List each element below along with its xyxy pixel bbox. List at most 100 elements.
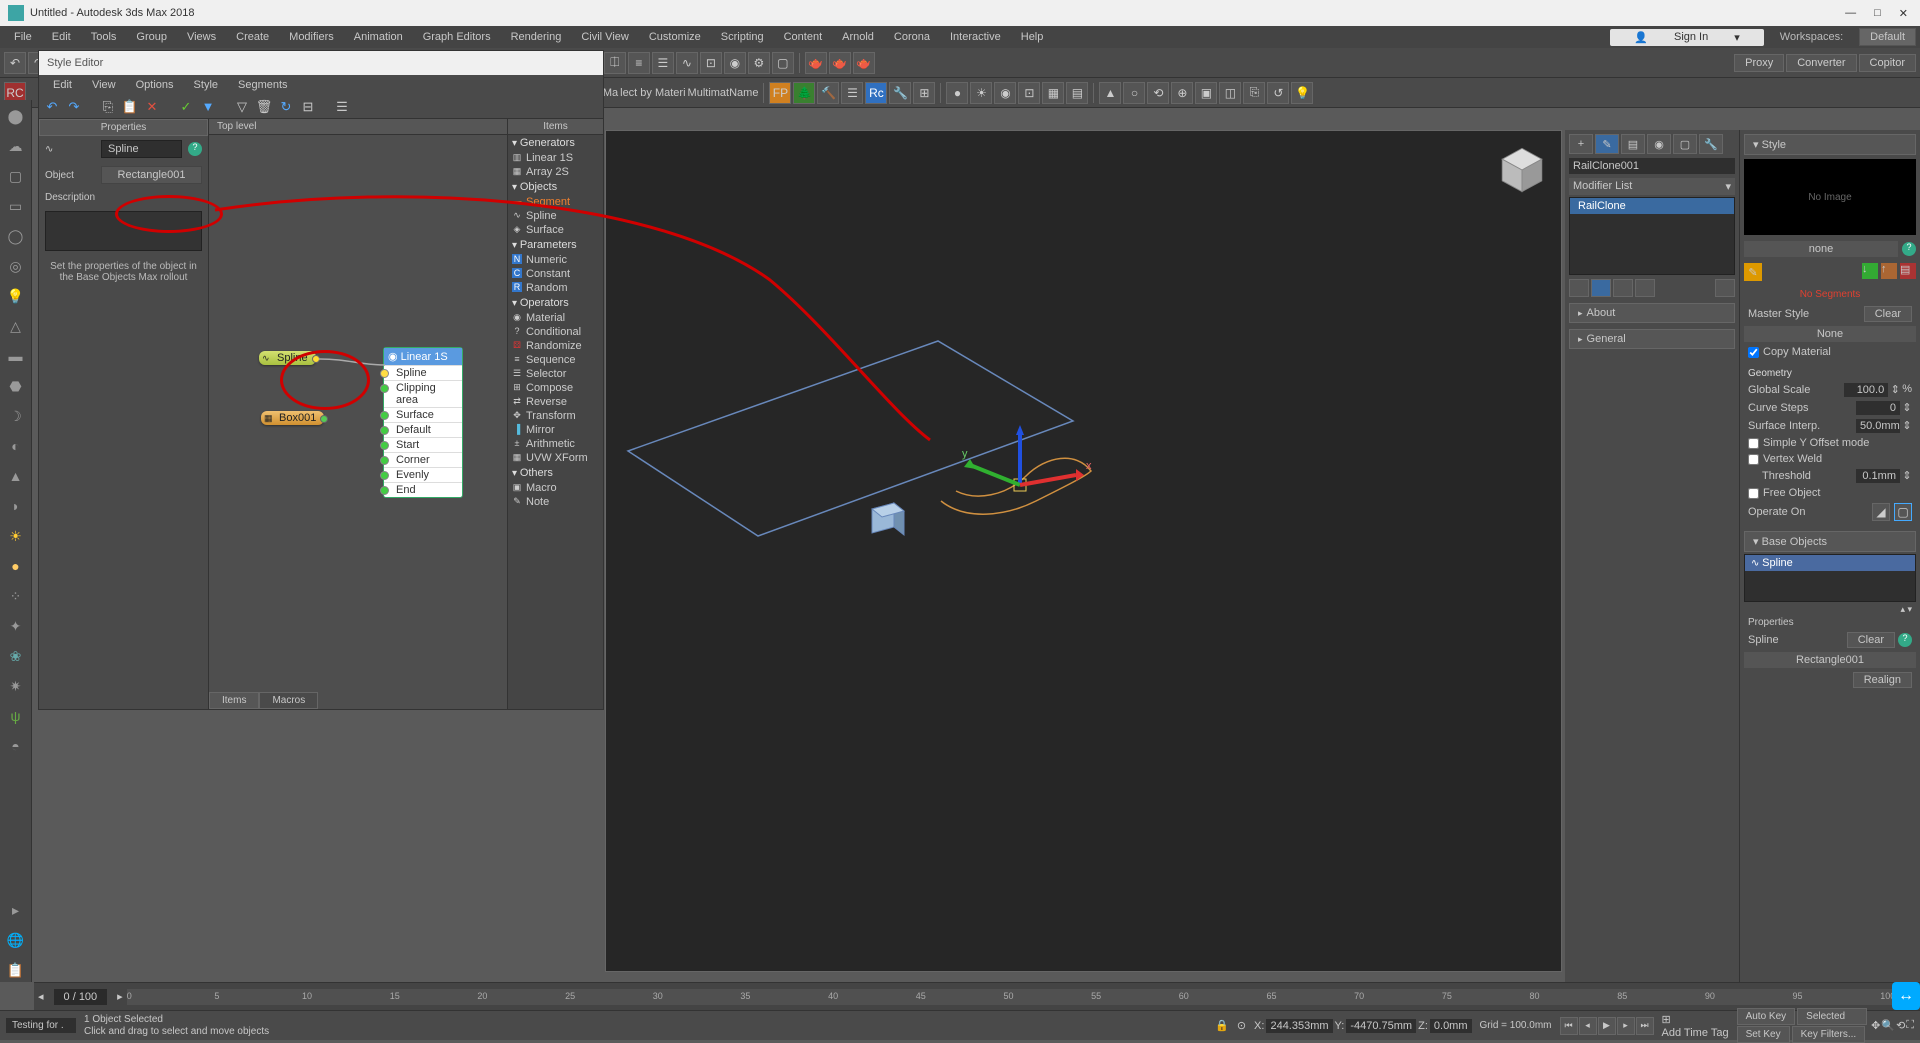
menu-views[interactable]: Views bbox=[177, 31, 226, 43]
item-compose[interactable]: ⊞Compose bbox=[508, 381, 603, 395]
expand-icon[interactable]: ▸ bbox=[4, 898, 28, 922]
se-paste-button[interactable]: 📋 bbox=[121, 98, 139, 116]
light4-icon[interactable]: ⊡ bbox=[1018, 82, 1040, 104]
item-segment[interactable]: ▬Segment bbox=[508, 195, 603, 209]
master-none-button[interactable]: None bbox=[1744, 326, 1916, 342]
copy-material-checkbox[interactable] bbox=[1748, 347, 1759, 358]
create-moon-icon[interactable]: ☽ bbox=[4, 404, 28, 428]
se-delete-button[interactable]: ✕ bbox=[143, 98, 161, 116]
se-menu-segments[interactable]: Segments bbox=[228, 79, 298, 91]
tl-next-icon[interactable]: ▸ bbox=[113, 990, 127, 1003]
spline-node-output[interactable] bbox=[312, 355, 320, 363]
cat-objects[interactable]: ▾ Objects bbox=[508, 179, 603, 195]
modifier-list-dropdown[interactable]: Modifier List▾ bbox=[1569, 178, 1735, 195]
item-macro[interactable]: ▣Macro bbox=[508, 481, 603, 495]
item-random[interactable]: RRandom bbox=[508, 281, 603, 295]
input-surface[interactable]: Surface bbox=[384, 407, 462, 422]
bo-object-button[interactable]: Rectangle001 bbox=[1744, 652, 1916, 668]
proxy-button[interactable]: Proxy bbox=[1734, 54, 1784, 72]
style-save-icon[interactable]: ↓ bbox=[1862, 263, 1878, 279]
create-torus-icon[interactable]: ◯ bbox=[4, 224, 28, 248]
operate-quad-icon[interactable]: ▢ bbox=[1894, 503, 1912, 521]
create-rock-icon[interactable]: ◓ bbox=[4, 734, 28, 758]
menu-content[interactable]: Content bbox=[774, 31, 833, 43]
input-default[interactable]: Default bbox=[384, 422, 462, 437]
menu-scripting[interactable]: Scripting bbox=[711, 31, 774, 43]
show-end-button[interactable] bbox=[1591, 279, 1611, 297]
tab-utilities[interactable]: 🔧 bbox=[1699, 134, 1723, 154]
coord-z[interactable]: 0.0mm bbox=[1430, 1019, 1472, 1033]
se-list-button[interactable]: ☰ bbox=[333, 98, 351, 116]
setkey-button[interactable]: Set Key bbox=[1737, 1026, 1790, 1043]
render-frame-button[interactable]: ▢ bbox=[772, 52, 794, 74]
tab-modify[interactable]: ✎ bbox=[1595, 134, 1619, 154]
list-icon[interactable]: ☰ bbox=[841, 82, 863, 104]
teapot3-icon[interactable]: 🫖 bbox=[853, 52, 875, 74]
tab-macros[interactable]: Macros bbox=[259, 692, 318, 709]
tl-prev-icon[interactable]: ◂ bbox=[34, 990, 48, 1003]
item-reverse[interactable]: ⇄Reverse bbox=[508, 395, 603, 409]
create-grass-icon[interactable]: ψ bbox=[4, 704, 28, 728]
item-transform[interactable]: ✥Transform bbox=[508, 409, 603, 423]
se-redo-button[interactable]: ↷ bbox=[65, 98, 83, 116]
light6-icon[interactable]: ▤ bbox=[1066, 82, 1088, 104]
se-menu-options[interactable]: Options bbox=[126, 79, 184, 91]
menu-grapheditors[interactable]: Graph Editors bbox=[413, 31, 501, 43]
teamviewer-icon[interactable]: ↔ bbox=[1892, 982, 1920, 1010]
create-light-icon[interactable]: 💡 bbox=[4, 284, 28, 308]
item-linear1s[interactable]: ▥Linear 1S bbox=[508, 151, 603, 165]
create-pyramid-icon[interactable]: ▲ bbox=[4, 464, 28, 488]
rollout-general[interactable]: General bbox=[1569, 329, 1735, 349]
item-note[interactable]: ✎Note bbox=[508, 495, 603, 509]
add-time-tag[interactable]: Add Time Tag bbox=[1662, 1027, 1729, 1039]
globe-icon[interactable]: 🌐 bbox=[4, 928, 28, 952]
create-cone-icon[interactable]: △ bbox=[4, 314, 28, 338]
menu-edit[interactable]: Edit bbox=[42, 31, 81, 43]
pin-stack-button[interactable] bbox=[1569, 279, 1589, 297]
style-editor-title[interactable]: Style Editor bbox=[39, 51, 603, 75]
next-frame-button[interactable]: ▸ bbox=[1617, 1017, 1635, 1035]
vertexweld-checkbox[interactable] bbox=[1748, 454, 1759, 465]
object-picker-button[interactable]: Rectangle001 bbox=[101, 166, 202, 184]
bo-clear-button[interactable]: Clear bbox=[1847, 632, 1895, 648]
box-node-output[interactable] bbox=[320, 415, 328, 423]
global-scale-input[interactable]: 100.0 bbox=[1844, 383, 1888, 397]
misc4-icon[interactable]: ⊕ bbox=[1171, 82, 1193, 104]
menu-create[interactable]: Create bbox=[226, 31, 279, 43]
stack-railclone[interactable]: RailClone bbox=[1570, 198, 1734, 214]
item-array2s[interactable]: ▦Array 2S bbox=[508, 165, 603, 179]
linear1s-node[interactable]: ◉Linear 1S Spline Clipping area Surface … bbox=[383, 347, 463, 498]
create-misc1-icon[interactable]: ⬣ bbox=[4, 374, 28, 398]
operate-tri-icon[interactable]: ◢ bbox=[1872, 503, 1890, 521]
signin-button[interactable]: 👤Sign In▾ bbox=[1610, 29, 1763, 46]
create-gear-icon[interactable]: ✷ bbox=[4, 674, 28, 698]
spline-node[interactable]: ∿ Spline bbox=[259, 351, 316, 365]
create-cloud-icon[interactable]: ☁ bbox=[4, 134, 28, 158]
remove-mod-button[interactable] bbox=[1635, 279, 1655, 297]
goto-start-button[interactable]: ⏮ bbox=[1560, 1017, 1578, 1035]
misc2-icon[interactable]: ○ bbox=[1123, 82, 1145, 104]
nav-max-button[interactable]: ⛶ bbox=[1906, 1019, 1914, 1032]
curve-editor-button[interactable]: ∿ bbox=[676, 52, 698, 74]
create-box-icon[interactable]: ▢ bbox=[4, 164, 28, 188]
isolate-icon[interactable]: ⊙ bbox=[1237, 1019, 1246, 1032]
input-corner[interactable]: Corner bbox=[384, 452, 462, 467]
maxscript-mini[interactable]: Testing for . bbox=[6, 1018, 76, 1033]
bulb-icon[interactable]: 💡 bbox=[1291, 82, 1313, 104]
description-field[interactable] bbox=[45, 211, 202, 251]
minimize-icon[interactable]: — bbox=[1845, 7, 1856, 20]
misc1-icon[interactable]: ▲ bbox=[1099, 82, 1121, 104]
misc3-icon[interactable]: ⟲ bbox=[1147, 82, 1169, 104]
box-geometry[interactable] bbox=[860, 497, 908, 545]
modifier-stack[interactable]: RailClone bbox=[1569, 197, 1735, 275]
item-conditional[interactable]: ?Conditional bbox=[508, 325, 603, 339]
cat-parameters[interactable]: ▾ Parameters bbox=[508, 237, 603, 253]
align-button[interactable]: ≡ bbox=[628, 52, 650, 74]
help-icon[interactable]: ? bbox=[188, 142, 202, 156]
cat-operators[interactable]: ▾ Operators bbox=[508, 295, 603, 311]
light5-icon[interactable]: ▦ bbox=[1042, 82, 1064, 104]
unique-button[interactable] bbox=[1613, 279, 1633, 297]
workspace-dropdown[interactable]: Default bbox=[1859, 28, 1916, 46]
light1-icon[interactable]: ● bbox=[946, 82, 968, 104]
menu-group[interactable]: Group bbox=[126, 31, 177, 43]
